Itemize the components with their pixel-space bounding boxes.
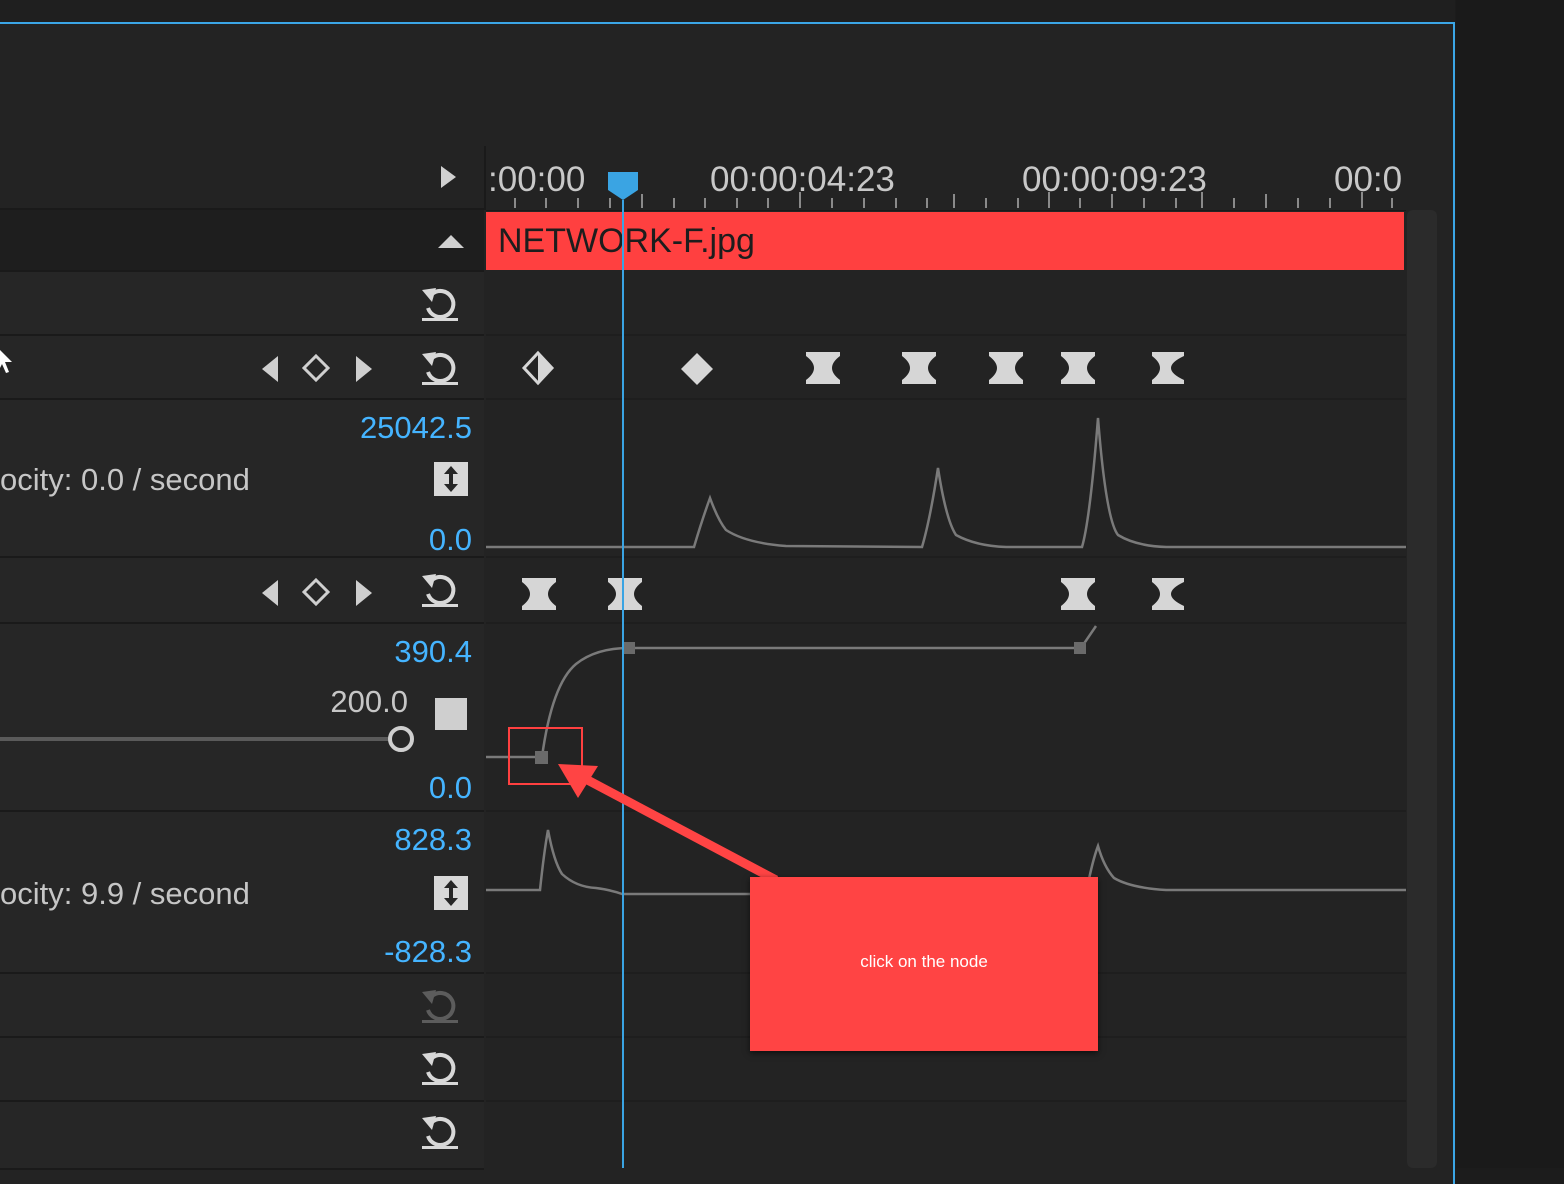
graph-scale-icon[interactable] (434, 876, 468, 910)
prev-keyframe-icon[interactable] (258, 578, 282, 608)
keyframe-icon (1061, 578, 1095, 610)
prev-keyframe-icon[interactable] (258, 354, 282, 384)
top-bar (0, 0, 1455, 22)
scale-keyframes[interactable] (486, 560, 1406, 624)
playhead-handle[interactable] (606, 170, 640, 200)
clip-name: NETWORK-F.jpg (498, 222, 755, 260)
play-triangle-icon[interactable] (438, 164, 458, 190)
keyframe-icon (989, 352, 1023, 384)
keyframe-icon (521, 350, 555, 386)
reset-icon[interactable] (418, 280, 462, 324)
graph-node[interactable] (623, 642, 635, 654)
scale-graph-labels: 390.4 200.0 0.0 (0, 624, 484, 812)
right-edge-background (1456, 0, 1564, 1168)
graph-min-value: 0.0 (428, 770, 472, 805)
velocity-graph-labels: 828.3 ocity: 9.9 / second -828.3 (0, 812, 484, 974)
graph-node[interactable] (1074, 642, 1086, 654)
scale-slider-track[interactable] (0, 737, 392, 741)
annotation-callout: click on the node (750, 877, 1098, 1051)
graph-max-value: 390.4 (394, 634, 472, 669)
velocity-label: ocity: 9.9 / second (0, 876, 250, 911)
reset-icon[interactable] (418, 1108, 462, 1152)
add-keyframe-icon[interactable] (302, 578, 330, 606)
graph-min-value: 0.0 (428, 522, 472, 557)
property-row-2 (0, 1038, 484, 1102)
position-keyframe-row (0, 336, 484, 400)
reset-icon[interactable] (418, 566, 462, 610)
scale-keyframe-row (0, 558, 484, 624)
position-graph-labels: 25042.5 ocity: 0.0 / second 0.0 (0, 400, 484, 558)
position-velocity-graph[interactable] (486, 400, 1406, 556)
reset-icon[interactable] (418, 344, 462, 388)
playhead-line (622, 200, 624, 1168)
properties-header-row (0, 146, 486, 210)
add-keyframe-icon[interactable] (302, 354, 330, 382)
graph-max-value: 25042.5 (359, 410, 472, 445)
properties-column: 25042.5 ocity: 0.0 / second 0.0 390.4 20… (0, 146, 486, 1170)
callout-text: click on the node (860, 952, 988, 971)
keyframe-icon (1152, 578, 1184, 610)
reset-icon[interactable] (418, 1044, 462, 1088)
next-keyframe-icon[interactable] (352, 354, 376, 384)
reset-icon (422, 990, 458, 1023)
motion-section-header[interactable] (0, 210, 484, 272)
stop-square-icon[interactable] (435, 698, 467, 730)
property-row-3 (0, 1102, 484, 1170)
keyframe-icon (806, 352, 840, 384)
property-row-1 (0, 272, 484, 336)
graph-min-value: -828.3 (384, 934, 472, 969)
keyframe-icon (1061, 352, 1095, 384)
collapse-up-icon[interactable] (436, 232, 466, 250)
keyframe-icon (1152, 352, 1184, 384)
keyframe-icon (608, 578, 642, 610)
graph-scale-icon[interactable] (434, 462, 468, 496)
keyframe-icon (522, 578, 556, 610)
keyframe-icon (681, 353, 713, 385)
position-keyframes[interactable] (486, 336, 1406, 398)
scale-slider-handle[interactable] (386, 724, 416, 754)
next-keyframe-icon[interactable] (352, 578, 376, 608)
scale-current-value[interactable]: 200.0 (260, 684, 408, 720)
mouse-cursor-icon (0, 350, 12, 373)
velocity-label: ocity: 0.0 / second (0, 462, 250, 497)
vertical-scrollbar[interactable] (1407, 210, 1437, 1168)
graph-max-value: 828.3 (394, 822, 472, 857)
keyframe-icon (902, 352, 936, 384)
timeline-row-1 (486, 272, 1406, 336)
property-row-disabled (0, 974, 484, 1038)
